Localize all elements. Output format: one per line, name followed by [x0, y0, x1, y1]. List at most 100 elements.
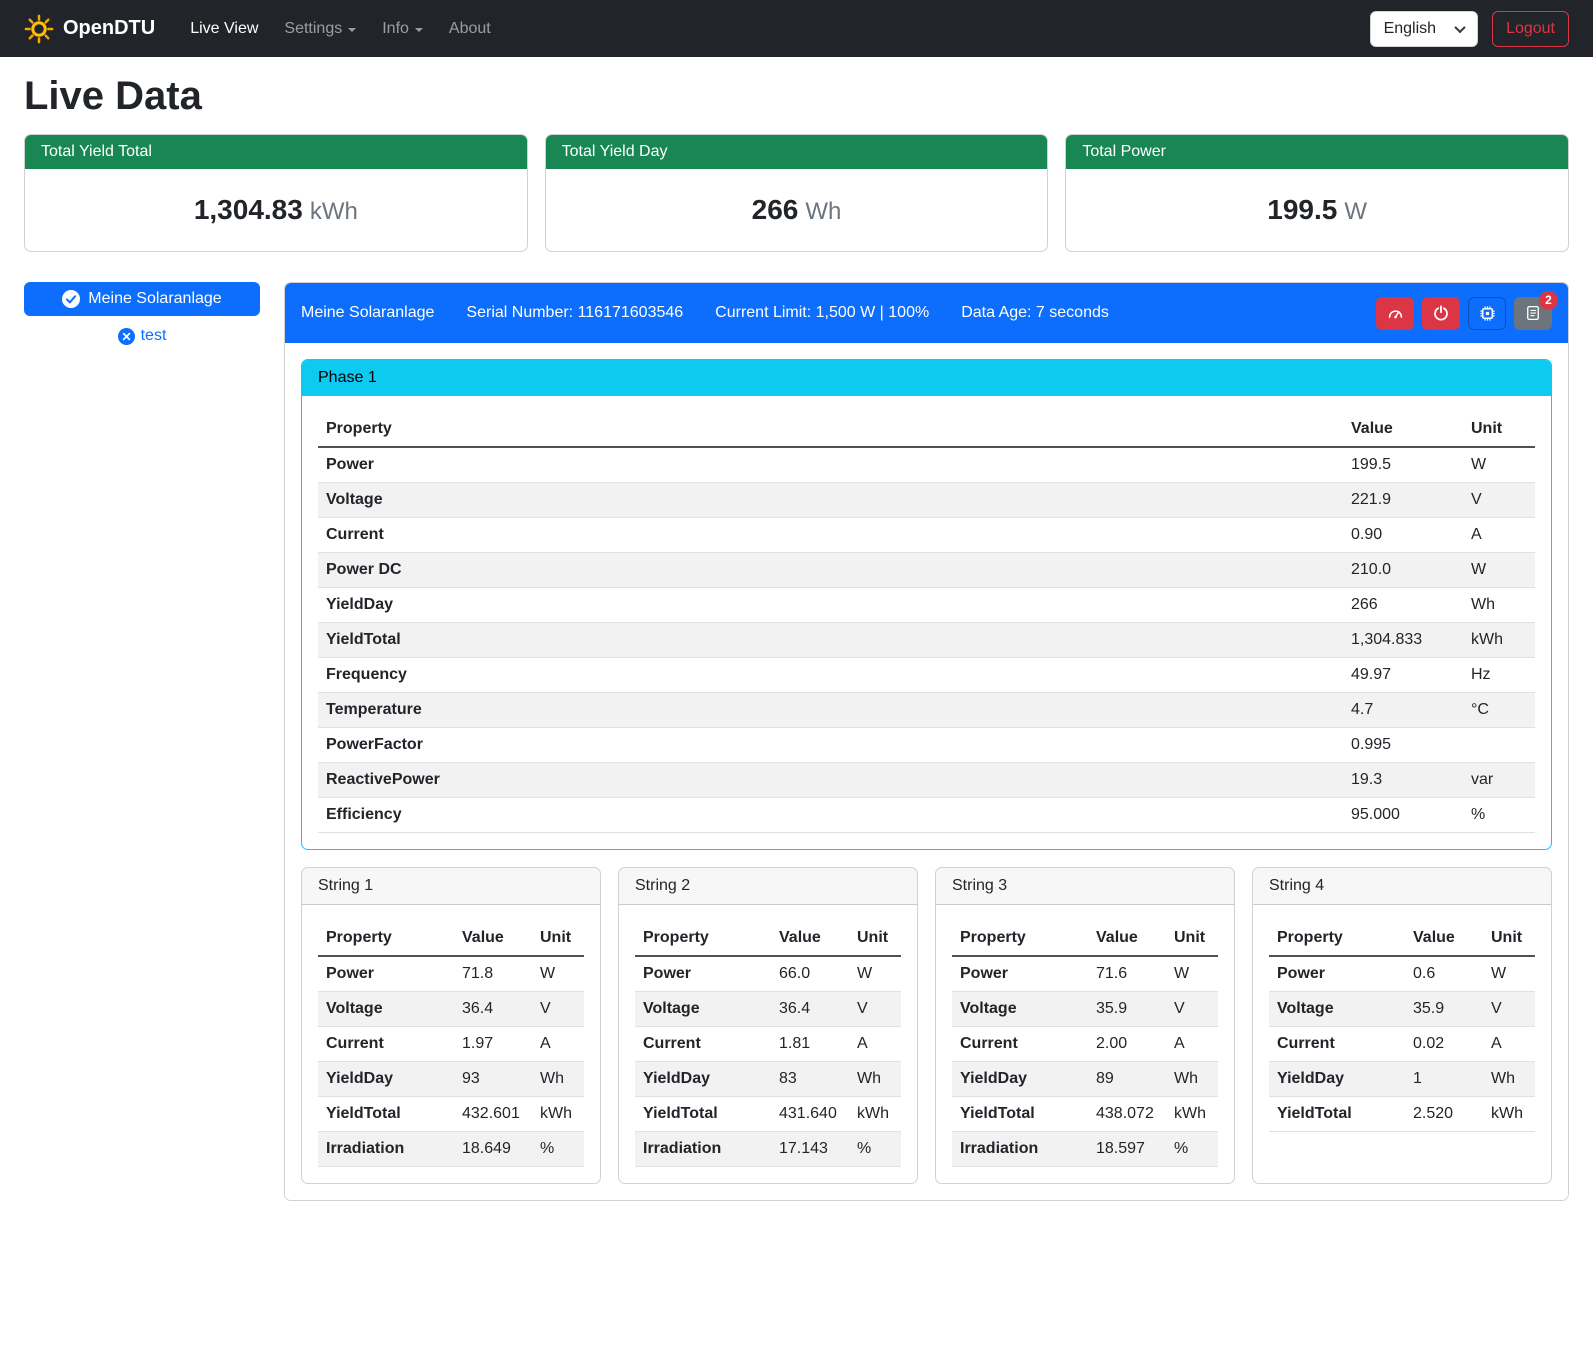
table-row: Power 71.6 W — [952, 956, 1218, 992]
row-value: 36.4 — [454, 992, 532, 1027]
row-property: Voltage — [952, 992, 1088, 1027]
string-table: Property Value Unit Power — [318, 921, 584, 1167]
row-property: Voltage — [635, 992, 771, 1027]
inverter-panel: Meine Solaranlage Serial Number: 1161716… — [284, 282, 1569, 1201]
row-unit: W — [1166, 956, 1218, 992]
summary-card-unit: kWh — [310, 198, 358, 225]
table-row: Power 71.8 W — [318, 956, 584, 992]
row-value: 1 — [1405, 1062, 1483, 1097]
row-unit: W — [532, 956, 584, 992]
power-button[interactable] — [1422, 297, 1460, 330]
row-value: 71.6 — [1088, 956, 1166, 992]
table-row: YieldTotal 2.520 kWh — [1269, 1097, 1535, 1132]
row-unit: W — [1463, 553, 1535, 588]
phase-table: Property Value Unit Power — [318, 412, 1535, 833]
string-card-1: String 1 Property Value Unit — [301, 867, 601, 1184]
row-property: ReactivePower — [318, 763, 1343, 798]
row-property: YieldTotal — [318, 1097, 454, 1132]
row-property: YieldDay — [952, 1062, 1088, 1097]
table-row: Frequency 49.97 Hz — [318, 658, 1535, 693]
row-property: Power DC — [318, 553, 1343, 588]
column-header-value: Value — [1405, 921, 1483, 956]
summary-card-title: Total Yield Day — [546, 135, 1048, 169]
sidebar-item-inverter[interactable]: Meine Solaranlage — [24, 282, 260, 316]
table-row: Power 199.5 W — [318, 447, 1535, 483]
sidebar-item-test[interactable]: test — [24, 327, 260, 345]
row-unit: Wh — [532, 1062, 584, 1097]
table-header-row: Property Value Unit — [318, 412, 1535, 447]
row-value: 18.597 — [1088, 1132, 1166, 1167]
row-value: 49.97 — [1343, 658, 1463, 693]
power-icon — [1432, 304, 1450, 322]
top-navbar: OpenDTU Live View Settings Info About En… — [0, 0, 1593, 57]
limit-settings-button[interactable] — [1376, 297, 1414, 330]
nav-item-info[interactable]: Info — [369, 12, 436, 46]
device-info-button[interactable] — [1468, 297, 1506, 330]
table-row: Current 0.02 A — [1269, 1027, 1535, 1062]
row-value: 438.072 — [1088, 1097, 1166, 1132]
column-header-value: Value — [1343, 412, 1463, 447]
table-header-row: Property Value Unit — [1269, 921, 1535, 956]
event-count-badge: 2 — [1539, 291, 1558, 310]
row-unit: Wh — [849, 1062, 901, 1097]
table-row: PowerFactor 0.995 — [318, 728, 1535, 763]
row-value: 432.601 — [454, 1097, 532, 1132]
nav-item-settings[interactable]: Settings — [271, 12, 369, 46]
table-row: YieldDay 266 Wh — [318, 588, 1535, 623]
row-value: 35.9 — [1088, 992, 1166, 1027]
row-value: 83 — [771, 1062, 849, 1097]
column-header-property: Property — [318, 412, 1343, 447]
row-unit: A — [1166, 1027, 1218, 1062]
row-property: Efficiency — [318, 798, 1343, 833]
row-unit: Wh — [1166, 1062, 1218, 1097]
row-unit: kWh — [532, 1097, 584, 1132]
inverter-name: Meine Solaranlage — [301, 304, 434, 322]
row-value: 1.81 — [771, 1027, 849, 1062]
column-header-unit: Unit — [1483, 921, 1535, 956]
nav-info-label: Info — [382, 20, 409, 38]
logout-button[interactable]: Logout — [1492, 11, 1569, 47]
row-property: YieldTotal — [635, 1097, 771, 1132]
row-property: Irradiation — [318, 1132, 454, 1167]
table-row: Voltage 221.9 V — [318, 483, 1535, 518]
row-value: 35.9 — [1405, 992, 1483, 1027]
summary-card-total-yield-day: Total Yield Day 266Wh — [545, 134, 1049, 252]
chevron-down-icon — [348, 28, 356, 32]
row-value: 66.0 — [771, 956, 849, 992]
row-value: 199.5 — [1343, 447, 1463, 483]
nav-item-live-view[interactable]: Live View — [177, 12, 271, 46]
table-row: Voltage 35.9 V — [1269, 992, 1535, 1027]
inverter-serial: Serial Number: 116171603546 — [466, 304, 683, 322]
summary-card-unit: Wh — [805, 198, 841, 225]
table-row: Power DC 210.0 W — [318, 553, 1535, 588]
nav-item-about[interactable]: About — [436, 12, 504, 46]
summary-card-value: 199.5 — [1267, 194, 1337, 225]
row-unit: A — [849, 1027, 901, 1062]
column-header-value: Value — [454, 921, 532, 956]
row-unit: W — [1483, 956, 1535, 992]
column-header-unit: Unit — [1166, 921, 1218, 956]
row-unit: W — [1463, 447, 1535, 483]
string-card-title: String 2 — [619, 868, 917, 905]
string-card-4: String 4 Property Value Unit — [1252, 867, 1552, 1184]
string-card-3: String 3 Property Value Unit — [935, 867, 1235, 1184]
row-unit: V — [532, 992, 584, 1027]
table-row: YieldDay 1 Wh — [1269, 1062, 1535, 1097]
table-header-row: Property Value Unit — [952, 921, 1218, 956]
brand[interactable]: OpenDTU — [24, 14, 155, 44]
row-value: 1.97 — [454, 1027, 532, 1062]
row-property: Power — [952, 956, 1088, 992]
table-row: YieldTotal 1,304.833 kWh — [318, 623, 1535, 658]
language-select[interactable]: English — [1370, 11, 1478, 47]
x-circle-icon — [118, 328, 135, 345]
inverter-sidebar: Meine Solaranlage test — [24, 282, 260, 345]
summary-card-title: Total Power — [1066, 135, 1568, 169]
event-log-button[interactable]: 2 — [1514, 297, 1552, 330]
phase-card-title: Phase 1 — [302, 360, 1551, 396]
navbar-right: English Logout — [1370, 11, 1569, 47]
row-unit: °C — [1463, 693, 1535, 728]
row-property: Irradiation — [952, 1132, 1088, 1167]
row-property: Current — [318, 518, 1343, 553]
row-value: 0.90 — [1343, 518, 1463, 553]
string-table: Property Value Unit Power — [635, 921, 901, 1167]
